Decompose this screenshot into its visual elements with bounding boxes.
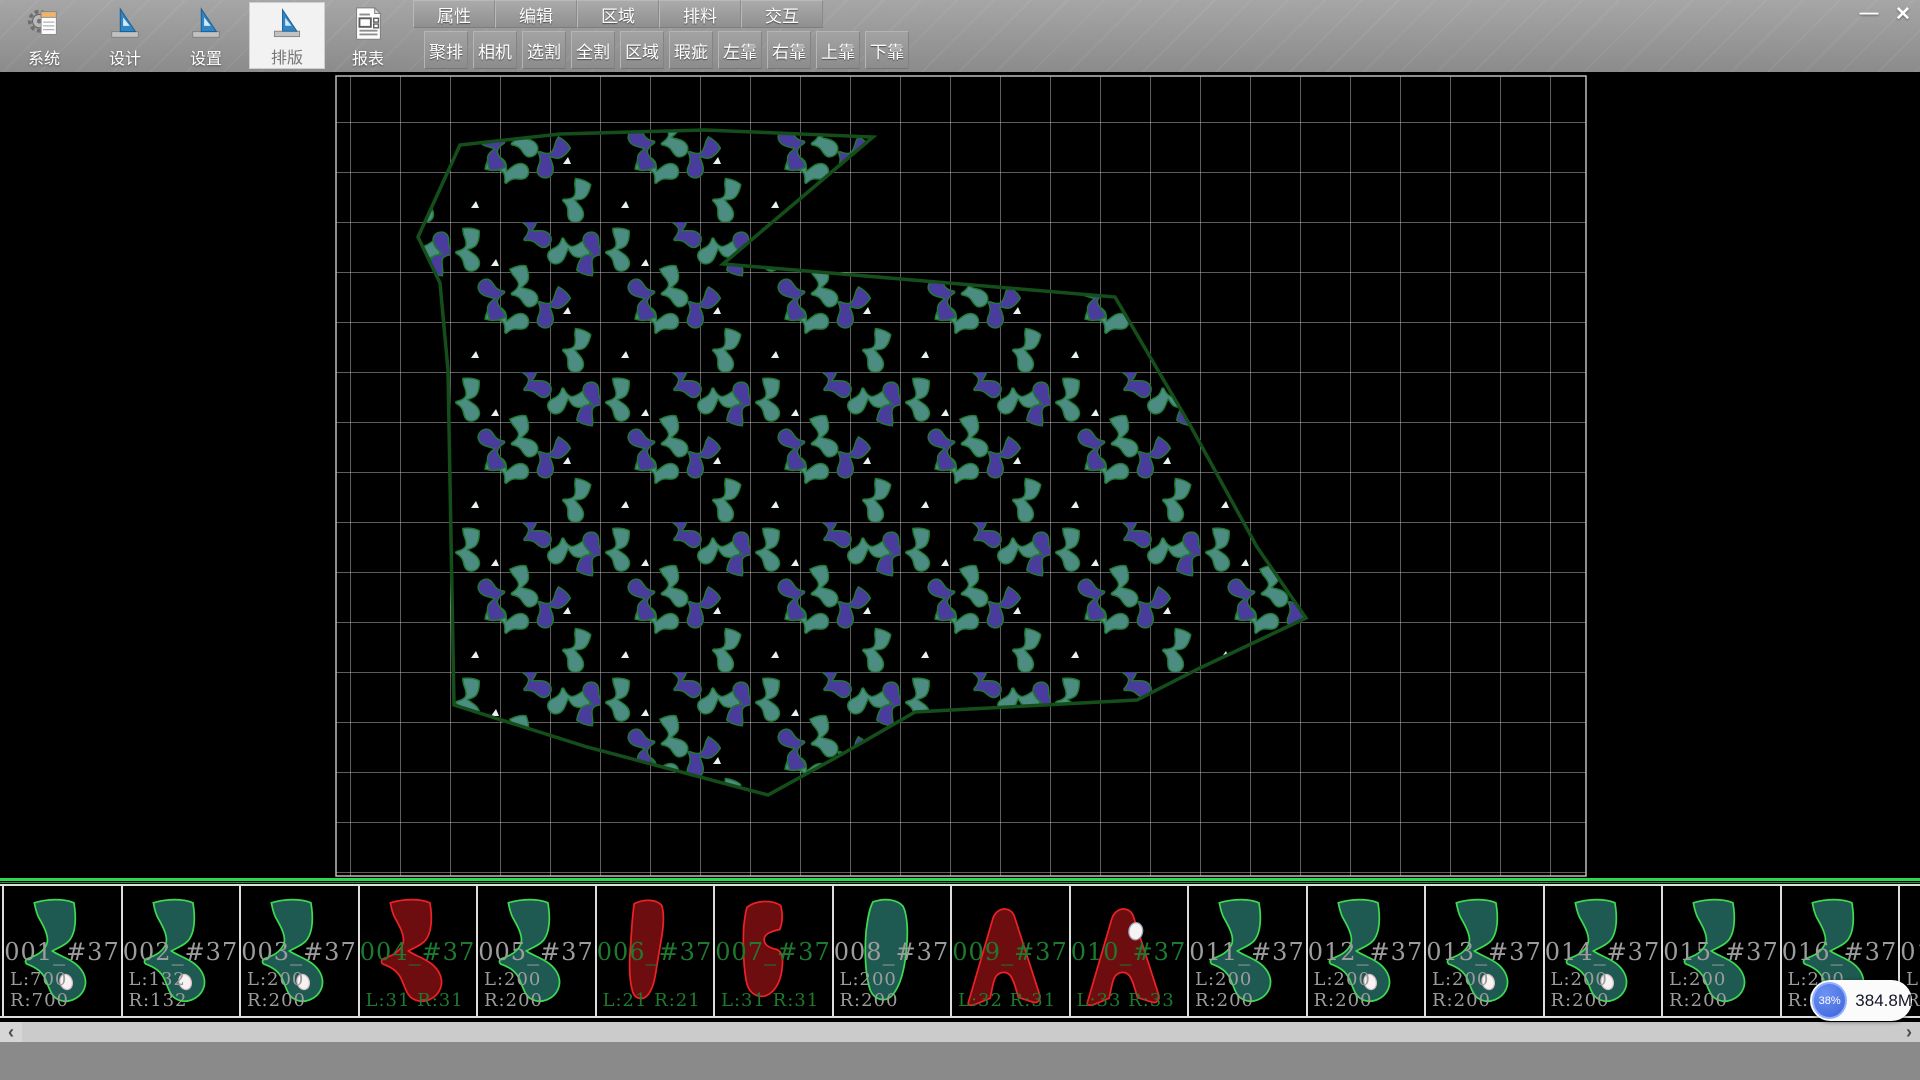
part-id-label: 010_#37 — [1071, 938, 1187, 966]
nav-system-label: 系统 — [28, 45, 60, 69]
design-triangle-icon — [107, 5, 143, 43]
part-thumbnail-005_#37[interactable]: 005_#37 L:200 R:200 — [476, 886, 594, 1016]
part-id-label: 012_#37 — [1308, 938, 1424, 966]
nav-nesting-label: 排版 — [271, 44, 303, 68]
part-lr-count-label: L:200 R:200 — [1314, 969, 1430, 1011]
menu-item-0[interactable]: 属性 — [413, 0, 495, 28]
parts-thumbnail-strip: 001_#37 L:700 R:700 002_#37 L:132 R:132 … — [0, 884, 1920, 1018]
part-id-label: 004_#37 — [360, 938, 476, 966]
tool-button-0[interactable]: 聚排 — [424, 31, 468, 69]
part-id-label: 014_#37 — [1545, 938, 1661, 966]
part-thumbnail-011_#37[interactable]: 011_#37 L:200 R:200 — [1187, 886, 1305, 1016]
part-id-label: 017_#37 — [1900, 938, 1920, 966]
tool-button-9[interactable]: 下靠 — [865, 31, 909, 69]
part-lr-count-label: L:31 R:31 — [366, 990, 482, 1011]
settings-triangle-icon — [188, 5, 224, 43]
application-window: 系统 设计 设置 — [0, 0, 1920, 1080]
nav-nesting-button[interactable]: 排版 — [249, 2, 325, 69]
scroll-left-arrow-icon[interactable]: ‹ — [0, 1022, 22, 1042]
part-id-label: 006_#37 — [597, 938, 713, 966]
part-lr-count-label: L:132 R:132 — [129, 969, 245, 1011]
part-lr-count-label: L:33 R:33 — [1077, 990, 1193, 1011]
part-lr-count-label: L:31 R:31 — [721, 990, 837, 1011]
system-gear-icon — [26, 5, 62, 43]
nesting-canvas[interactable] — [0, 72, 1920, 878]
part-thumbnail-013_#37[interactable]: 013_#37 L:200 R:200 — [1424, 886, 1542, 1016]
part-lr-count-label: L:200 R:200 — [1432, 969, 1548, 1011]
window-controls: — ✕ — [1854, 2, 1918, 26]
memory-status-pill: 38% 384.8M — [1810, 980, 1912, 1021]
nav-design-button[interactable]: 设计 — [87, 2, 163, 69]
toolbar: 系统 设计 设置 — [0, 0, 1920, 72]
part-thumbnail-010_#37[interactable]: 010_#37 L:33 R:33 — [1069, 886, 1187, 1016]
canvas-svg — [0, 72, 1920, 878]
close-button[interactable]: ✕ — [1888, 2, 1918, 26]
nav-settings-label: 设置 — [190, 45, 222, 69]
tool-bar: 聚排相机选割全割区域瑕疵左靠右靠上靠下靠 — [424, 31, 909, 69]
menu-item-3[interactable]: 排料 — [659, 0, 741, 28]
nav-report-label: 报表 — [352, 45, 384, 69]
menu-item-2[interactable]: 区域 — [577, 0, 659, 28]
nav-system-button[interactable]: 系统 — [6, 2, 82, 69]
part-lr-count-label: L:200 R:200 — [1551, 969, 1667, 1011]
tool-button-3[interactable]: 全割 — [571, 31, 615, 69]
part-thumbnail-003_#37[interactable]: 003_#37 L:200 R:200 — [239, 886, 357, 1016]
menu-bar: 属性编辑区域排料交互 — [413, 0, 823, 28]
part-id-label: 001_#37 — [4, 938, 120, 966]
nav-design-label: 设计 — [109, 45, 141, 69]
tool-button-1[interactable]: 相机 — [473, 31, 517, 69]
part-lr-count-label: L:200 R:200 — [484, 969, 600, 1011]
part-thumbnail-012_#37[interactable]: 012_#37 L:200 R:200 — [1306, 886, 1424, 1016]
part-lr-count-label: L:21 R:21 — [603, 990, 719, 1011]
part-id-label: 011_#37 — [1189, 938, 1305, 966]
part-thumbnail-009_#37[interactable]: 009_#37 L:32 R:31 — [950, 886, 1068, 1016]
strip-divider-line-2 — [0, 882, 1920, 883]
part-thumbnail-002_#37[interactable]: 002_#37 L:132 R:132 — [121, 886, 239, 1016]
part-thumbnail-008_#37[interactable]: 008_#37 L:200 R:200 — [832, 886, 950, 1016]
nav-report-button[interactable]: 报表 — [330, 2, 406, 69]
strip-divider-line — [0, 878, 1920, 881]
tool-button-5[interactable]: 瑕疵 — [669, 31, 713, 69]
part-lr-count-label: L:32 R:31 — [958, 990, 1074, 1011]
horizontal-scrollbar[interactable]: ‹ › — [0, 1022, 1920, 1042]
tool-button-7[interactable]: 右靠 — [767, 31, 811, 69]
menu-item-4[interactable]: 交互 — [741, 0, 823, 28]
part-lr-count-label: L:200 R:200 — [1195, 969, 1311, 1011]
part-id-label: 009_#37 — [952, 938, 1068, 966]
part-thumbnail-015_#37[interactable]: 015_#37 L:200 R:200 — [1661, 886, 1779, 1016]
window-bottom-area — [0, 1042, 1920, 1080]
nesting-triangle-icon — [269, 6, 305, 42]
part-lr-count-label: L:200 R:200 — [1669, 969, 1785, 1011]
part-thumbnail-004_#37[interactable]: 004_#37 L:31 R:31 — [358, 886, 476, 1016]
main-nav: 系统 设计 设置 — [6, 2, 406, 69]
report-document-icon — [350, 5, 386, 43]
part-id-label: 013_#37 — [1426, 938, 1542, 966]
part-lr-count-label: L:700 R:700 — [10, 969, 126, 1011]
progress-percent-badge: 38% — [1812, 982, 1847, 1019]
tool-button-4[interactable]: 区域 — [620, 31, 664, 69]
part-lr-count-label: L:200 R:200 — [247, 969, 363, 1011]
scroll-right-arrow-icon[interactable]: › — [1898, 1022, 1920, 1042]
part-id-label: 008_#37 — [834, 938, 950, 966]
part-thumbnail-007_#37[interactable]: 007_#37 L:31 R:31 — [713, 886, 831, 1016]
tool-button-8[interactable]: 上靠 — [816, 31, 860, 69]
menu-item-1[interactable]: 编辑 — [495, 0, 577, 28]
tool-button-6[interactable]: 左靠 — [718, 31, 762, 69]
nav-settings-button[interactable]: 设置 — [168, 2, 244, 69]
part-id-label: 005_#37 — [478, 938, 594, 966]
part-id-label: 003_#37 — [241, 938, 357, 966]
part-lr-count-label: L:200 R:200 — [840, 969, 956, 1011]
part-id-label: 016_#37 — [1782, 938, 1898, 966]
minimize-button[interactable]: — — [1854, 2, 1884, 26]
part-thumbnail-001_#37[interactable]: 001_#37 L:700 R:700 — [2, 886, 120, 1016]
memory-usage-value: 384.8M — [1855, 991, 1912, 1011]
part-id-label: 007_#37 — [715, 938, 831, 966]
part-id-label: 015_#37 — [1663, 938, 1779, 966]
tool-button-2[interactable]: 选割 — [522, 31, 566, 69]
part-thumbnail-006_#37[interactable]: 006_#37 L:21 R:21 — [595, 886, 713, 1016]
part-thumbnail-014_#37[interactable]: 014_#37 L:200 R:200 — [1543, 886, 1661, 1016]
part-id-label: 002_#37 — [123, 938, 239, 966]
